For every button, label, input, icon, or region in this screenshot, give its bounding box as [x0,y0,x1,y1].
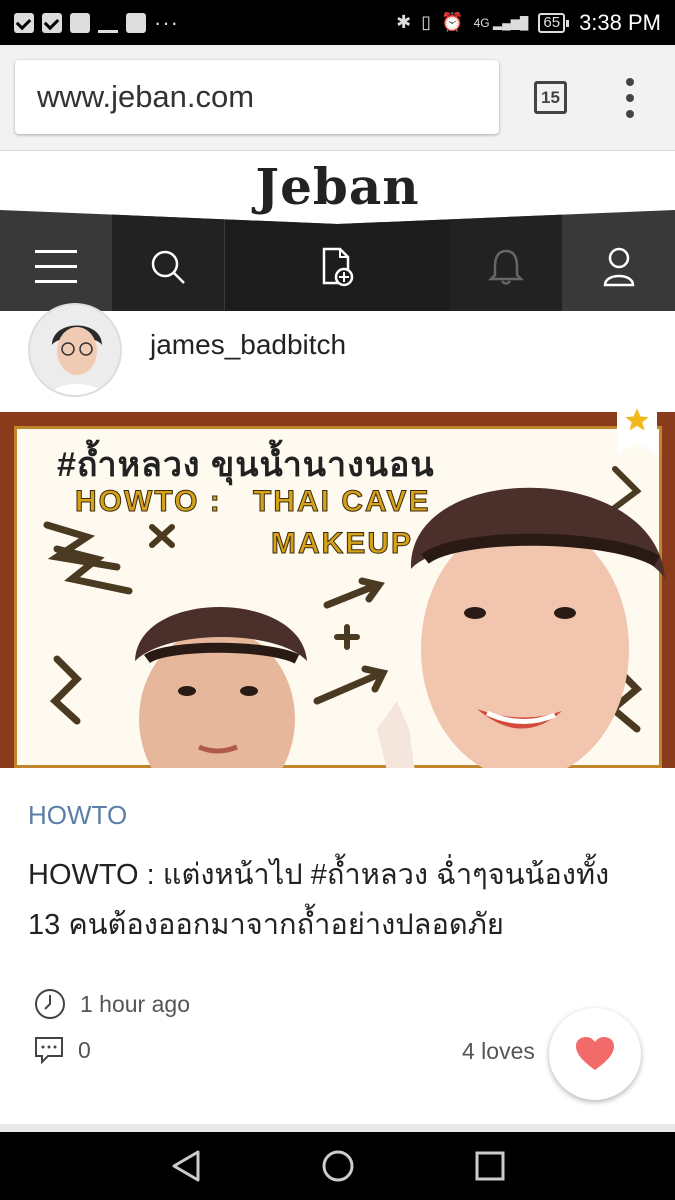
author-avatar[interactable] [28,303,122,397]
back-icon[interactable] [170,1149,202,1183]
cover-artwork: #ถ้ำหลวง ขุนน้ำนางนอน HOWTO : THAI CAVE … [14,426,665,768]
new-post-button[interactable] [225,210,451,311]
comment-count[interactable]: 0 [34,1036,91,1064]
home-icon[interactable] [321,1149,355,1183]
comment-icon [35,1037,63,1064]
tab-switcher-button[interactable]: 15 [534,81,567,114]
bluetooth-icon: ✱ [396,12,412,32]
shopping-notification-icon [126,12,146,33]
comment-count-text: 0 [78,1036,91,1063]
url-bar[interactable]: www.jeban.com [15,60,499,134]
checkbox-notification-icon [14,12,34,33]
signal-icon: 4G ▂▄▆█ [473,15,529,30]
clock-icon [35,989,65,1019]
cover-illustration [43,466,665,768]
article-cover-image[interactable]: #ถ้ำหลวง ขุนน้ำนางนอน HOWTO : THAI CAVE … [0,412,675,768]
maps-notification-icon [70,12,90,33]
task-notification-icon [42,12,62,33]
hamburger-menu-button[interactable] [0,210,112,311]
love-count: 4 loves [462,1038,535,1064]
post-time: 1 hour ago [34,988,190,1020]
more-notifications-icon: ··· [154,9,179,35]
search-icon [151,250,185,284]
alarm-icon: ⏰ [441,12,464,32]
status-bar: ··· ✱ ▯ ⏰ 4G ▂▄▆█ 65 3:38 PM [0,0,675,45]
notifications-button[interactable] [450,210,562,311]
user-icon [603,247,635,286]
main-nav [0,210,675,311]
recents-icon[interactable] [475,1151,505,1181]
new-post-icon [322,247,354,286]
browser-toolbar: www.jeban.com 15 [0,45,675,151]
battery-icon: 65 [538,12,569,33]
heart-icon [576,1037,614,1070]
article-title[interactable]: HOWTO : แต่งหน้าไป #ถ้ำหลวง ฉ่ำๆจนน้องทั… [28,850,648,950]
bell-icon [487,249,525,285]
site-logo[interactable]: Jeban [255,157,419,216]
browser-menu-button[interactable] [620,78,640,118]
content-divider [0,1124,675,1132]
android-navigation-bar [0,1132,675,1200]
profile-button[interactable] [563,210,675,311]
hamburger-menu-icon [35,249,77,283]
article-category[interactable]: HOWTO [28,800,127,831]
status-clock: 3:38 PM [579,9,661,35]
author-name[interactable]: james_badbitch [150,329,346,361]
star-icon [625,408,649,431]
search-button[interactable] [112,210,224,311]
post-time-text: 1 hour ago [80,990,190,1017]
love-button[interactable] [549,1008,641,1100]
site-header: Jeban [0,151,675,223]
post-author: james_badbitch [0,303,675,411]
download-done-icon [98,13,118,33]
vibrate-icon: ▯ [421,12,432,32]
